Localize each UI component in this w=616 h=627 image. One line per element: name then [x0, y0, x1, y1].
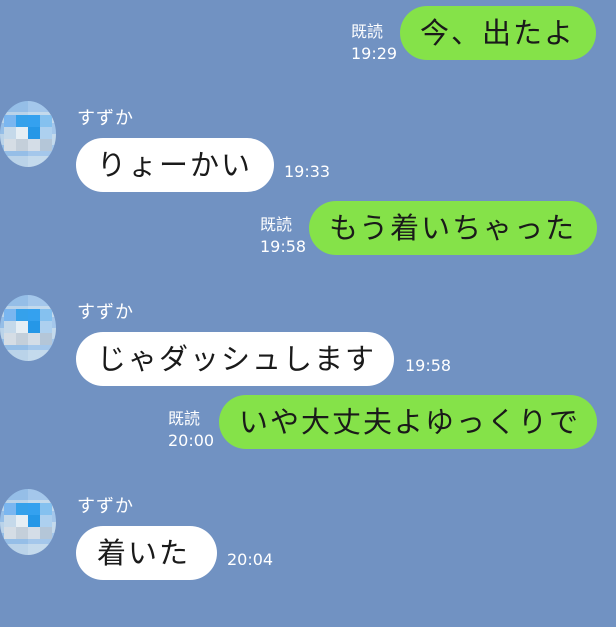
incoming-message-bubble[interactable]: じゃダッシュします	[76, 332, 394, 386]
message-text: 今、出たよ	[420, 16, 576, 50]
message-text: 着いた	[97, 536, 191, 570]
message-text: もう着いちゃった	[329, 211, 577, 245]
read-receipt: 既読 19:58	[260, 214, 306, 258]
sender-name: すずか	[77, 496, 134, 517]
sender-name: すずか	[77, 302, 134, 323]
outgoing-message-bubble[interactable]: もう着いちゃった	[309, 201, 597, 255]
message-text: りょーかい	[97, 148, 253, 182]
message-time: 20:00	[168, 431, 215, 450]
sender-name: すずか	[77, 108, 134, 129]
read-receipt: 既読 19:29	[351, 21, 397, 65]
avatar[interactable]	[0, 101, 56, 167]
read-receipt: 既読 20:00	[168, 408, 214, 452]
outgoing-message-bubble[interactable]: 今、出たよ	[400, 6, 596, 60]
incoming-message-bubble[interactable]: りょーかい	[76, 138, 274, 192]
avatar[interactable]	[0, 295, 56, 361]
message-time: 19:58	[405, 356, 452, 375]
message-time: 19:33	[284, 162, 331, 181]
read-label: 既読	[260, 215, 293, 234]
message-time: 19:29	[351, 44, 398, 63]
incoming-message-bubble[interactable]: 着いた	[76, 526, 217, 580]
read-label: 既読	[168, 409, 201, 428]
outgoing-message-bubble[interactable]: いや大丈夫よゆっくりで	[219, 395, 597, 449]
message-text: いや大丈夫よゆっくりで	[239, 405, 581, 439]
message-time: 19:58	[260, 237, 307, 256]
message-time: 20:04	[227, 550, 274, 569]
avatar[interactable]	[0, 489, 56, 555]
read-label: 既読	[351, 22, 384, 41]
message-text: じゃダッシュします	[97, 342, 377, 376]
